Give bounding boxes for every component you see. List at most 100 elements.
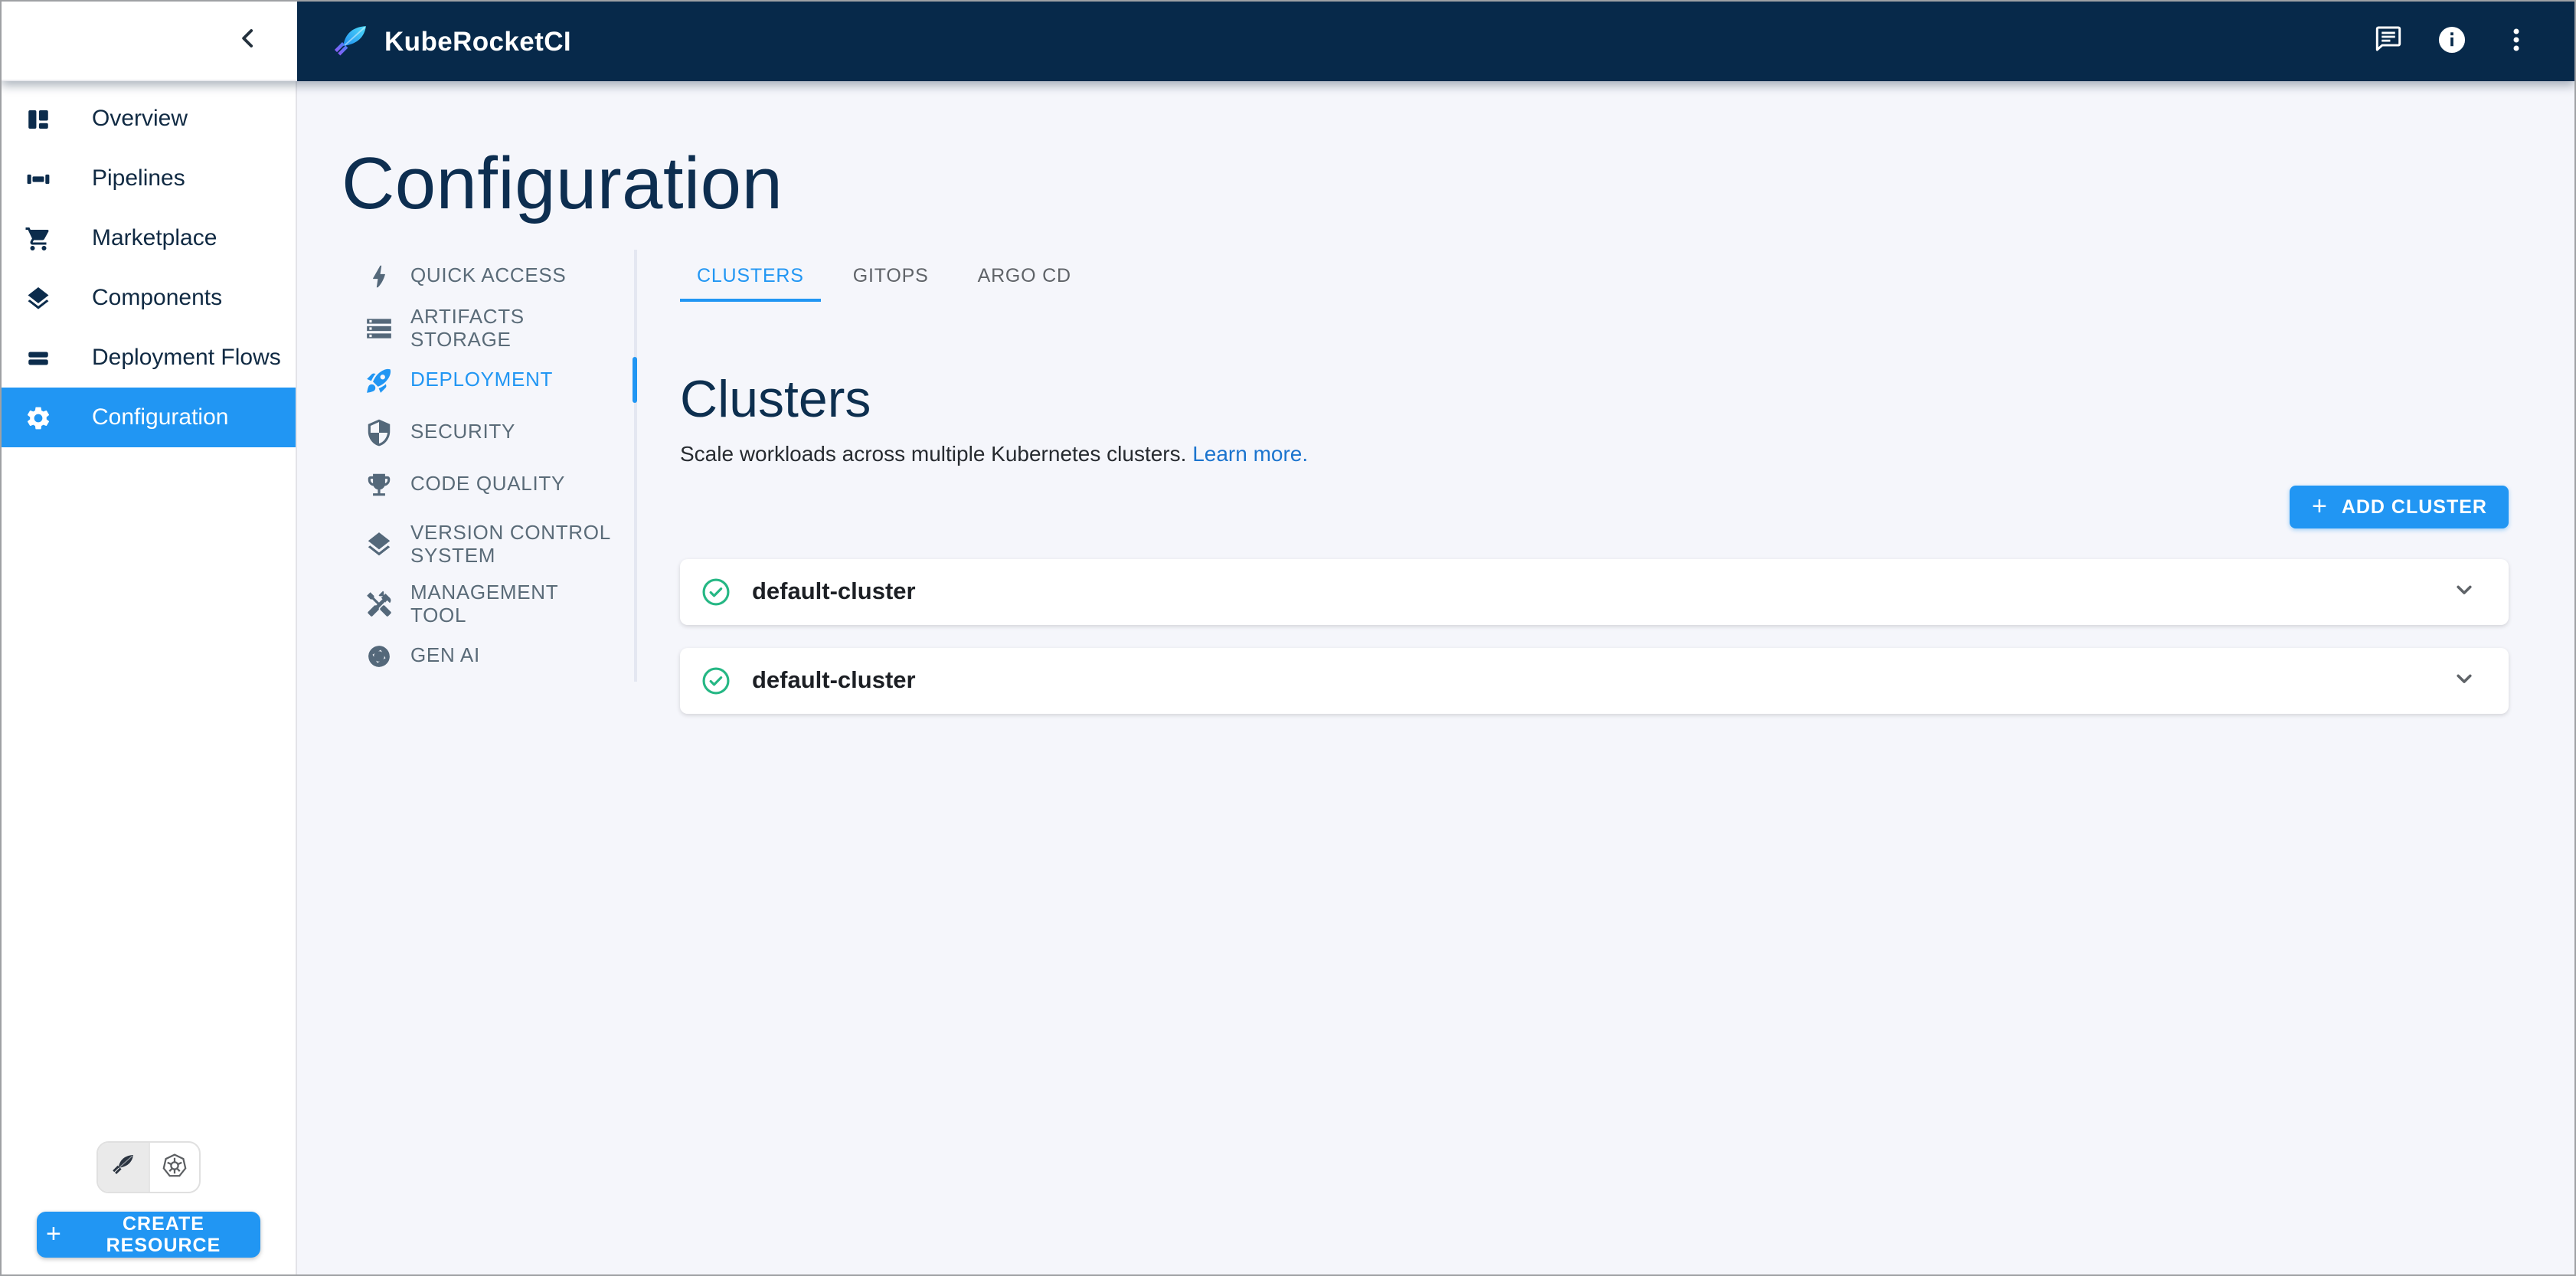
config-subnav: QUICK ACCESS ARTIFACTS STORAGE DEPLOYMEN… xyxy=(342,250,637,682)
subnav-item-label: QUICK ACCESS xyxy=(410,264,566,288)
subnav-item-deployment[interactable]: DEPLOYMENT xyxy=(342,354,634,406)
actions-row: + ADD CLUSTER xyxy=(680,486,2509,529)
configuration-layout: QUICK ACCESS ARTIFACTS STORAGE DEPLOYMEN… xyxy=(342,250,2509,714)
clusters-panel: CLUSTERS GITOPS ARGO CD Clusters Scale w… xyxy=(637,250,2509,714)
feedback-chat-button[interactable] xyxy=(2363,17,2412,66)
chevron-down-icon xyxy=(2449,664,2480,699)
section-description: Scale workloads across multiple Kubernet… xyxy=(680,438,2509,470)
subnav-item-label: SECURITY xyxy=(410,420,515,444)
app-title: KubeRocketCI xyxy=(384,25,571,57)
sidebar: Overview Pipelines Marketplace xyxy=(2,81,297,1274)
info-button[interactable] xyxy=(2427,17,2476,66)
rocket-launch-icon xyxy=(363,365,394,395)
subnav-item-version-control-system[interactable]: VERSION CONTROL SYSTEM xyxy=(342,510,634,577)
cart-icon xyxy=(25,224,52,252)
sidebar-header xyxy=(2,2,297,81)
sidebar-item-label: Deployment Flows xyxy=(92,345,281,371)
chevron-down-icon xyxy=(2449,575,2480,610)
tab-argo-cd[interactable]: ARGO CD xyxy=(961,250,1088,302)
bolt-icon xyxy=(363,260,394,291)
feedback-chat-icon xyxy=(2372,23,2404,60)
body: Overview Pipelines Marketplace xyxy=(2,81,2574,1274)
genai-swirl-icon xyxy=(363,640,394,671)
cluster-row[interactable]: default-cluster xyxy=(680,649,2509,715)
sidebar-item-label: Pipelines xyxy=(92,165,185,191)
create-resource-label: CREATE RESOURCE xyxy=(76,1213,251,1256)
info-icon xyxy=(2435,22,2469,61)
description-text: Scale workloads across multiple Kubernet… xyxy=(680,441,1186,466)
kebab-menu-icon xyxy=(2501,24,2532,59)
subnav-item-security[interactable]: SECURITY xyxy=(342,406,634,458)
tab-gitops[interactable]: GITOPS xyxy=(836,250,946,302)
app: KubeRocketCI xyxy=(0,0,2576,1276)
page-title: Configuration xyxy=(342,142,2509,228)
expand-cluster-button[interactable] xyxy=(2444,573,2484,613)
subnav-item-label: DEPLOYMENT xyxy=(410,368,553,392)
plus-icon: + xyxy=(2312,494,2328,520)
gear-icon xyxy=(25,404,52,431)
tools-icon xyxy=(363,588,394,619)
layers-icon xyxy=(25,284,52,312)
subnav-item-label: CODE QUALITY xyxy=(410,473,565,496)
browser-window: KubeRocketCI xyxy=(0,0,2576,1276)
sidebar-spacer xyxy=(2,447,296,1141)
check-circle-icon xyxy=(700,577,732,609)
add-cluster-button[interactable]: + ADD CLUSTER xyxy=(2290,486,2509,529)
subnav-item-artifacts-storage[interactable]: ARTIFACTS STORAGE xyxy=(342,302,634,354)
trophy-icon xyxy=(363,469,394,499)
tab-label: GITOPS xyxy=(853,265,929,286)
app-header: KubeRocketCI xyxy=(297,2,2574,81)
tab-label: ARGO CD xyxy=(978,265,1071,286)
subnav-item-label: MANAGEMENT TOOL xyxy=(410,581,619,627)
rocket-feather-logo-icon xyxy=(331,21,371,61)
sidebar-item-components[interactable]: Components xyxy=(2,268,296,328)
subnav-item-code-quality[interactable]: CODE QUALITY xyxy=(342,458,634,510)
cluster-name: default-cluster xyxy=(752,668,916,695)
flows-icon xyxy=(25,344,52,371)
more-menu-button[interactable] xyxy=(2492,17,2541,66)
subnav-item-label: VERSION CONTROL SYSTEM xyxy=(410,521,619,568)
config-tabs: CLUSTERS GITOPS ARGO CD xyxy=(680,250,2509,302)
subnav-item-quick-access[interactable]: QUICK ACCESS xyxy=(342,250,634,302)
storage-icon xyxy=(363,312,394,343)
add-cluster-label: ADD CLUSTER xyxy=(2342,497,2487,519)
kuberocketci-feather-icon xyxy=(110,1152,136,1183)
plus-icon: + xyxy=(46,1221,62,1247)
subnav-item-label: GEN AI xyxy=(410,644,480,668)
dashboard-icon xyxy=(25,105,52,133)
main-content: Configuration QUICK ACCESS ARTIFACTS STO… xyxy=(297,81,2574,1274)
create-resource-button[interactable]: + CREATE RESOURCE xyxy=(37,1212,260,1258)
section-heading: Clusters xyxy=(680,369,2509,432)
sidebar-item-overview[interactable]: Overview xyxy=(2,89,296,149)
subnav-item-gen-ai[interactable]: GEN AI xyxy=(342,630,634,682)
sidebar-item-label: Marketplace xyxy=(92,225,217,251)
view-mode-toggle xyxy=(96,1141,201,1193)
collapse-sidebar-button[interactable] xyxy=(227,19,270,62)
shield-icon xyxy=(363,417,394,447)
pipeline-icon xyxy=(25,165,52,192)
sidebar-nav: Overview Pipelines Marketplace xyxy=(2,89,296,447)
sidebar-item-configuration[interactable]: Configuration xyxy=(2,388,296,447)
kubernetes-helm-icon xyxy=(161,1151,188,1183)
cluster-name: default-cluster xyxy=(752,579,916,607)
expand-cluster-button[interactable] xyxy=(2444,662,2484,702)
kubernetes-view-toggle[interactable] xyxy=(148,1143,199,1192)
sidebar-item-deployment-flows[interactable]: Deployment Flows xyxy=(2,328,296,388)
layers-icon xyxy=(363,528,394,559)
subnav-item-label: ARTIFACTS STORAGE xyxy=(410,305,619,352)
header-actions xyxy=(2363,17,2541,66)
top-bar: KubeRocketCI xyxy=(2,2,2574,81)
kuberocketci-view-toggle[interactable] xyxy=(98,1143,148,1192)
sidebar-item-label: Components xyxy=(92,285,222,311)
sidebar-item-pipelines[interactable]: Pipelines xyxy=(2,149,296,208)
learn-more-link[interactable]: Learn more. xyxy=(1192,441,1308,466)
sidebar-item-label: Overview xyxy=(92,106,188,132)
cluster-row[interactable]: default-cluster xyxy=(680,560,2509,626)
sidebar-item-marketplace[interactable]: Marketplace xyxy=(2,208,296,268)
tab-label: CLUSTERS xyxy=(697,265,804,286)
subnav-item-management-tool[interactable]: MANAGEMENT TOOL xyxy=(342,577,634,630)
chevron-left-icon xyxy=(233,23,263,58)
sidebar-item-label: Configuration xyxy=(92,404,228,430)
check-circle-icon xyxy=(700,666,732,698)
tab-clusters[interactable]: CLUSTERS xyxy=(680,250,821,302)
